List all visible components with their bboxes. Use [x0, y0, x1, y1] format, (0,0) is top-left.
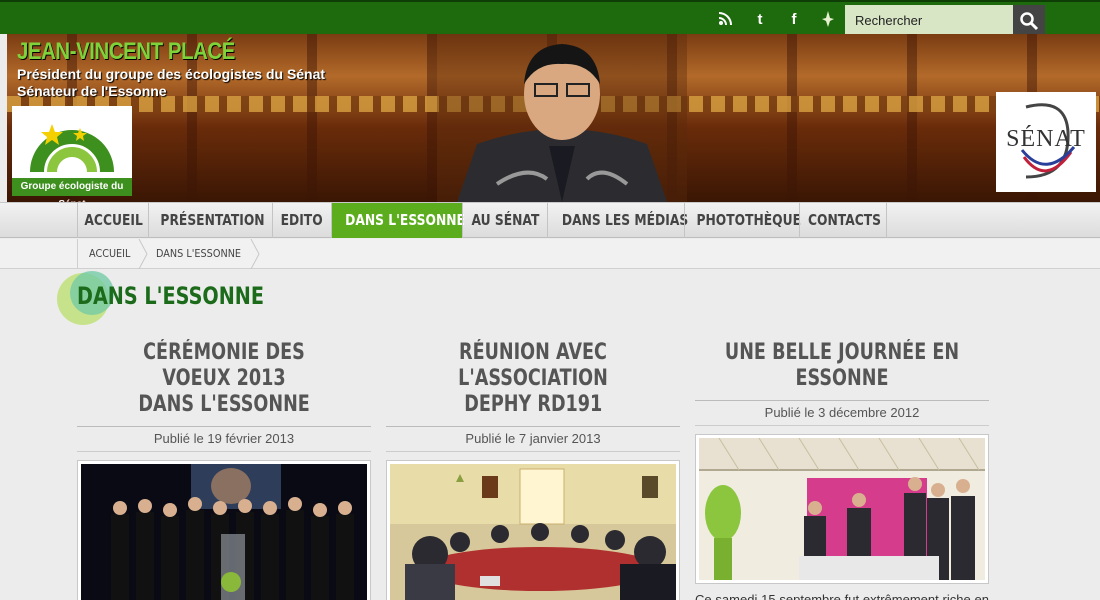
breadcrumb-home[interactable]: ACCUEIL	[77, 239, 137, 269]
article-date: Publié le 19 février 2013	[153, 431, 295, 446]
article-card: CÉRÉMONIE DES VOEUX 2013 DANS L'ESSONNE P…	[77, 340, 371, 600]
twitter-icon[interactable]: t	[747, 6, 773, 32]
divider	[77, 451, 371, 452]
divider	[386, 451, 680, 452]
article-image[interactable]	[77, 460, 371, 600]
rss-icon[interactable]	[712, 6, 738, 32]
article-title[interactable]: CÉRÉMONIE DES VOEUX 2013 DANS L'ESSONNE	[77, 340, 371, 418]
article-date: Publié le 3 décembre 2012	[764, 405, 920, 420]
nav-item-accueil[interactable]: ACCUEIL	[77, 203, 148, 238]
senat-logo-text: SÉNAT	[1006, 126, 1086, 152]
divider	[695, 425, 989, 426]
nav-item-edito[interactable]: EDITO	[272, 203, 331, 238]
article-card: RÉUNION AVEC L'ASSOCIATION DEPHY RD191 Pu…	[386, 340, 680, 600]
article-date: Publié le 7 janvier 2013	[465, 431, 601, 446]
banner-photo	[437, 34, 687, 202]
article-card: UNE BELLE JOURNÉE EN ESSONNE Publié le 3…	[695, 340, 989, 600]
breadcrumb: ACCUEIL DANS L'ESSONNE	[0, 239, 1100, 269]
senator-name: JEAN-VINCENT PLACÉ	[17, 38, 235, 65]
article-title[interactable]: RÉUNION AVEC L'ASSOCIATION DEPHY RD191	[386, 340, 680, 418]
header-banner: JEAN-VINCENT PLACÉ Président du groupe d…	[7, 34, 1100, 202]
article-image[interactable]	[695, 434, 989, 584]
article-title[interactable]: UNE BELLE JOURNÉE EN ESSONNE	[695, 340, 989, 392]
search-icon	[1020, 11, 1039, 30]
nav-item-dans-lessonne[interactable]: DANS L'ESSONNE	[331, 203, 465, 238]
senat-logo[interactable]: SÉNAT	[996, 92, 1096, 192]
ecologist-group-logo[interactable]: Groupe écologiste du Sénat	[12, 106, 132, 202]
nav-item-au-senat[interactable]: AU SÉNAT	[462, 203, 547, 238]
senator-district: Sénateur de l'Essonne	[17, 83, 167, 99]
main-nav: ACCUEIL PRÉSENTATION EDITO DANS L'ESSONN…	[0, 202, 1100, 238]
senator-role: Président du groupe des écologistes du S…	[17, 66, 326, 82]
page-title: DANS L'ESSONNE	[77, 282, 264, 310]
facebook-icon[interactable]: f	[781, 6, 807, 32]
breadcrumb-separator-icon	[138, 239, 148, 269]
nav-item-dans-les-medias[interactable]: DANS LES MÉDIAS	[547, 203, 688, 238]
article-image[interactable]	[386, 460, 680, 600]
nav-item-presentation[interactable]: PRÉSENTATION	[148, 203, 272, 238]
top-bar: t f	[0, 0, 1100, 36]
search-button[interactable]	[1013, 5, 1045, 36]
breadcrumb-separator-icon	[250, 239, 260, 269]
nav-item-contacts[interactable]: CONTACTS	[799, 203, 887, 238]
search-input[interactable]	[845, 5, 1013, 36]
ecologist-logo-caption: Groupe écologiste du Sénat	[12, 178, 132, 202]
nav-item-phototheque[interactable]: PHOTOTHÈQUE	[684, 203, 801, 238]
breadcrumb-current: DANS L'ESSONNE	[156, 247, 242, 260]
article-excerpt: Ce samedi 15 septembre fut extrêmement r…	[695, 592, 989, 600]
flickr-icon[interactable]	[815, 6, 841, 32]
